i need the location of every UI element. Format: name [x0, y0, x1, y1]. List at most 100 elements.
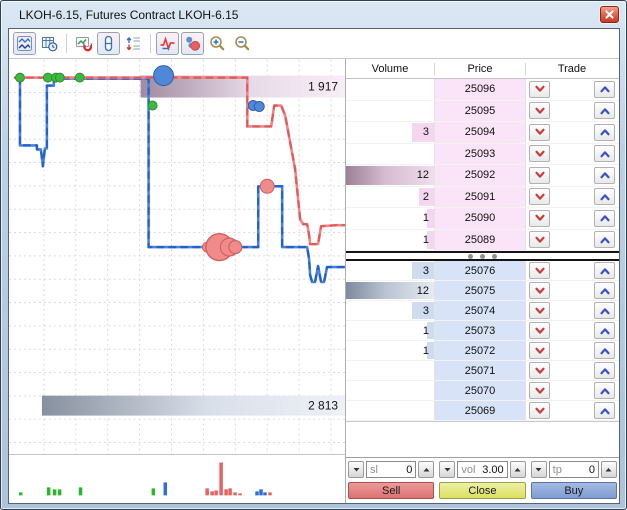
chevron-up-icon	[599, 387, 611, 395]
sell-at-price-button[interactable]	[529, 210, 550, 227]
price-cell[interactable]: 25090	[435, 208, 526, 229]
sl-increment-button[interactable]	[418, 461, 434, 478]
green-bubble-icon	[55, 73, 64, 82]
histogram-bar	[47, 487, 50, 495]
table-clock-icon	[41, 35, 58, 52]
price-cell[interactable]: 25073	[435, 321, 526, 340]
tp-field[interactable]: tp 0	[549, 461, 599, 478]
price-cell[interactable]: 25069	[435, 401, 526, 420]
buy-at-price-button[interactable]	[594, 124, 615, 141]
buy-at-price-button[interactable]	[594, 210, 615, 227]
zoom-out-button[interactable]	[231, 32, 254, 55]
close-button[interactable]	[600, 6, 619, 23]
price-cell[interactable]: 25070	[435, 381, 526, 400]
sell-at-price-button[interactable]	[529, 81, 550, 98]
sell-at-price-button[interactable]	[529, 167, 550, 184]
buy-at-price-button[interactable]	[594, 282, 615, 299]
sell-at-price-button[interactable]	[529, 102, 550, 119]
chart-settings-button[interactable]	[72, 32, 95, 55]
price-cell[interactable]: 25072	[435, 341, 526, 360]
close-position-button[interactable]: Close	[439, 482, 525, 499]
triangle-up-icon	[422, 465, 431, 474]
chevron-down-icon	[534, 327, 546, 335]
price-cell[interactable]: 25094	[435, 122, 526, 143]
trade-cell	[526, 301, 618, 320]
buy-at-price-button[interactable]	[594, 382, 615, 399]
sell-at-price-button[interactable]	[529, 382, 550, 399]
grid	[9, 60, 345, 455]
close-icon	[605, 10, 614, 19]
sl-value: 0	[406, 464, 412, 476]
price-cell[interactable]: 25074	[435, 301, 526, 320]
price-cell[interactable]: 25093	[435, 144, 526, 165]
price-cell[interactable]: 25076	[435, 261, 526, 280]
sell-at-price-button[interactable]	[529, 362, 550, 379]
buy-at-price-button[interactable]	[594, 262, 615, 279]
volume-histogram	[19, 462, 272, 495]
chevron-up-icon	[599, 150, 611, 158]
buy-at-price-button[interactable]	[594, 362, 615, 379]
buy-at-price-button[interactable]	[594, 167, 615, 184]
sell-at-price-button[interactable]	[529, 322, 550, 339]
toolbar-separator	[66, 34, 67, 53]
dom-row-bid: 125072	[346, 341, 619, 361]
buy-at-price-button[interactable]	[594, 102, 615, 119]
sell-at-price-button[interactable]	[529, 124, 550, 141]
price-cell[interactable]: 25089	[435, 230, 526, 251]
green-bubble-icon	[75, 73, 84, 82]
price-cell[interactable]: 25096	[435, 79, 526, 100]
vol-decrement-button[interactable]	[439, 461, 455, 478]
sell-at-price-button[interactable]	[529, 342, 550, 359]
histogram-bar	[268, 492, 271, 495]
sell-at-price-button[interactable]	[529, 282, 550, 299]
sell-at-price-button[interactable]	[529, 402, 550, 419]
sl-decrement-button[interactable]	[348, 461, 364, 478]
buy-at-price-button[interactable]	[594, 145, 615, 162]
chevron-up-icon	[599, 236, 611, 244]
sell-button[interactable]: Sell	[348, 482, 434, 499]
chart-mode-button[interactable]	[13, 32, 36, 55]
buy-at-price-button[interactable]	[594, 302, 615, 319]
tp-increment-button[interactable]	[601, 461, 617, 478]
volume-cell: 2	[346, 187, 435, 208]
zoom-in-button[interactable]	[206, 32, 229, 55]
buy-at-price-button[interactable]	[594, 188, 615, 205]
histogram-bar	[19, 492, 22, 495]
sell-at-price-button[interactable]	[529, 231, 550, 248]
sell-at-price-button[interactable]	[529, 262, 550, 279]
zoom-in-icon	[209, 35, 226, 52]
sl-field[interactable]: sl 0	[366, 461, 416, 478]
chevron-down-icon	[534, 387, 546, 395]
buy-at-price-button[interactable]	[594, 322, 615, 339]
price-cell[interactable]: 25075	[435, 281, 526, 300]
triangle-down-icon	[443, 465, 452, 474]
buy-at-price-button[interactable]	[594, 402, 615, 419]
trade-cell	[526, 208, 618, 229]
dom-capsule-icon	[100, 35, 117, 52]
triangle-down-icon	[352, 465, 361, 474]
order-lines-button[interactable]	[122, 32, 145, 55]
tp-decrement-button[interactable]	[531, 461, 547, 478]
buy-at-price-button[interactable]	[594, 342, 615, 359]
deals-bubbles-button[interactable]	[181, 32, 204, 55]
sell-at-price-button[interactable]	[529, 145, 550, 162]
time-sales-button[interactable]	[38, 32, 61, 55]
price-line-button[interactable]	[156, 32, 179, 55]
price-cell[interactable]: 25095	[435, 101, 526, 122]
sell-at-price-button[interactable]	[529, 302, 550, 319]
vol-increment-button[interactable]	[510, 461, 526, 478]
vol-field[interactable]: vol 3.00	[457, 461, 507, 478]
sell-at-price-button[interactable]	[529, 188, 550, 205]
price-column-header: Price	[435, 63, 526, 75]
dom-chart-area: 1 9172 813	[9, 59, 345, 503]
chevron-down-icon	[534, 107, 546, 115]
price-line	[15, 78, 345, 245]
price-cell[interactable]: 25092	[435, 165, 526, 186]
buy-button[interactable]: Buy	[531, 482, 617, 499]
buy-at-price-button[interactable]	[594, 231, 615, 248]
dom-view-button[interactable]	[97, 32, 120, 55]
price-cell[interactable]: 25091	[435, 187, 526, 208]
buy-at-price-button[interactable]	[594, 81, 615, 98]
histogram-bar	[233, 492, 236, 495]
price-cell[interactable]: 25071	[435, 361, 526, 380]
